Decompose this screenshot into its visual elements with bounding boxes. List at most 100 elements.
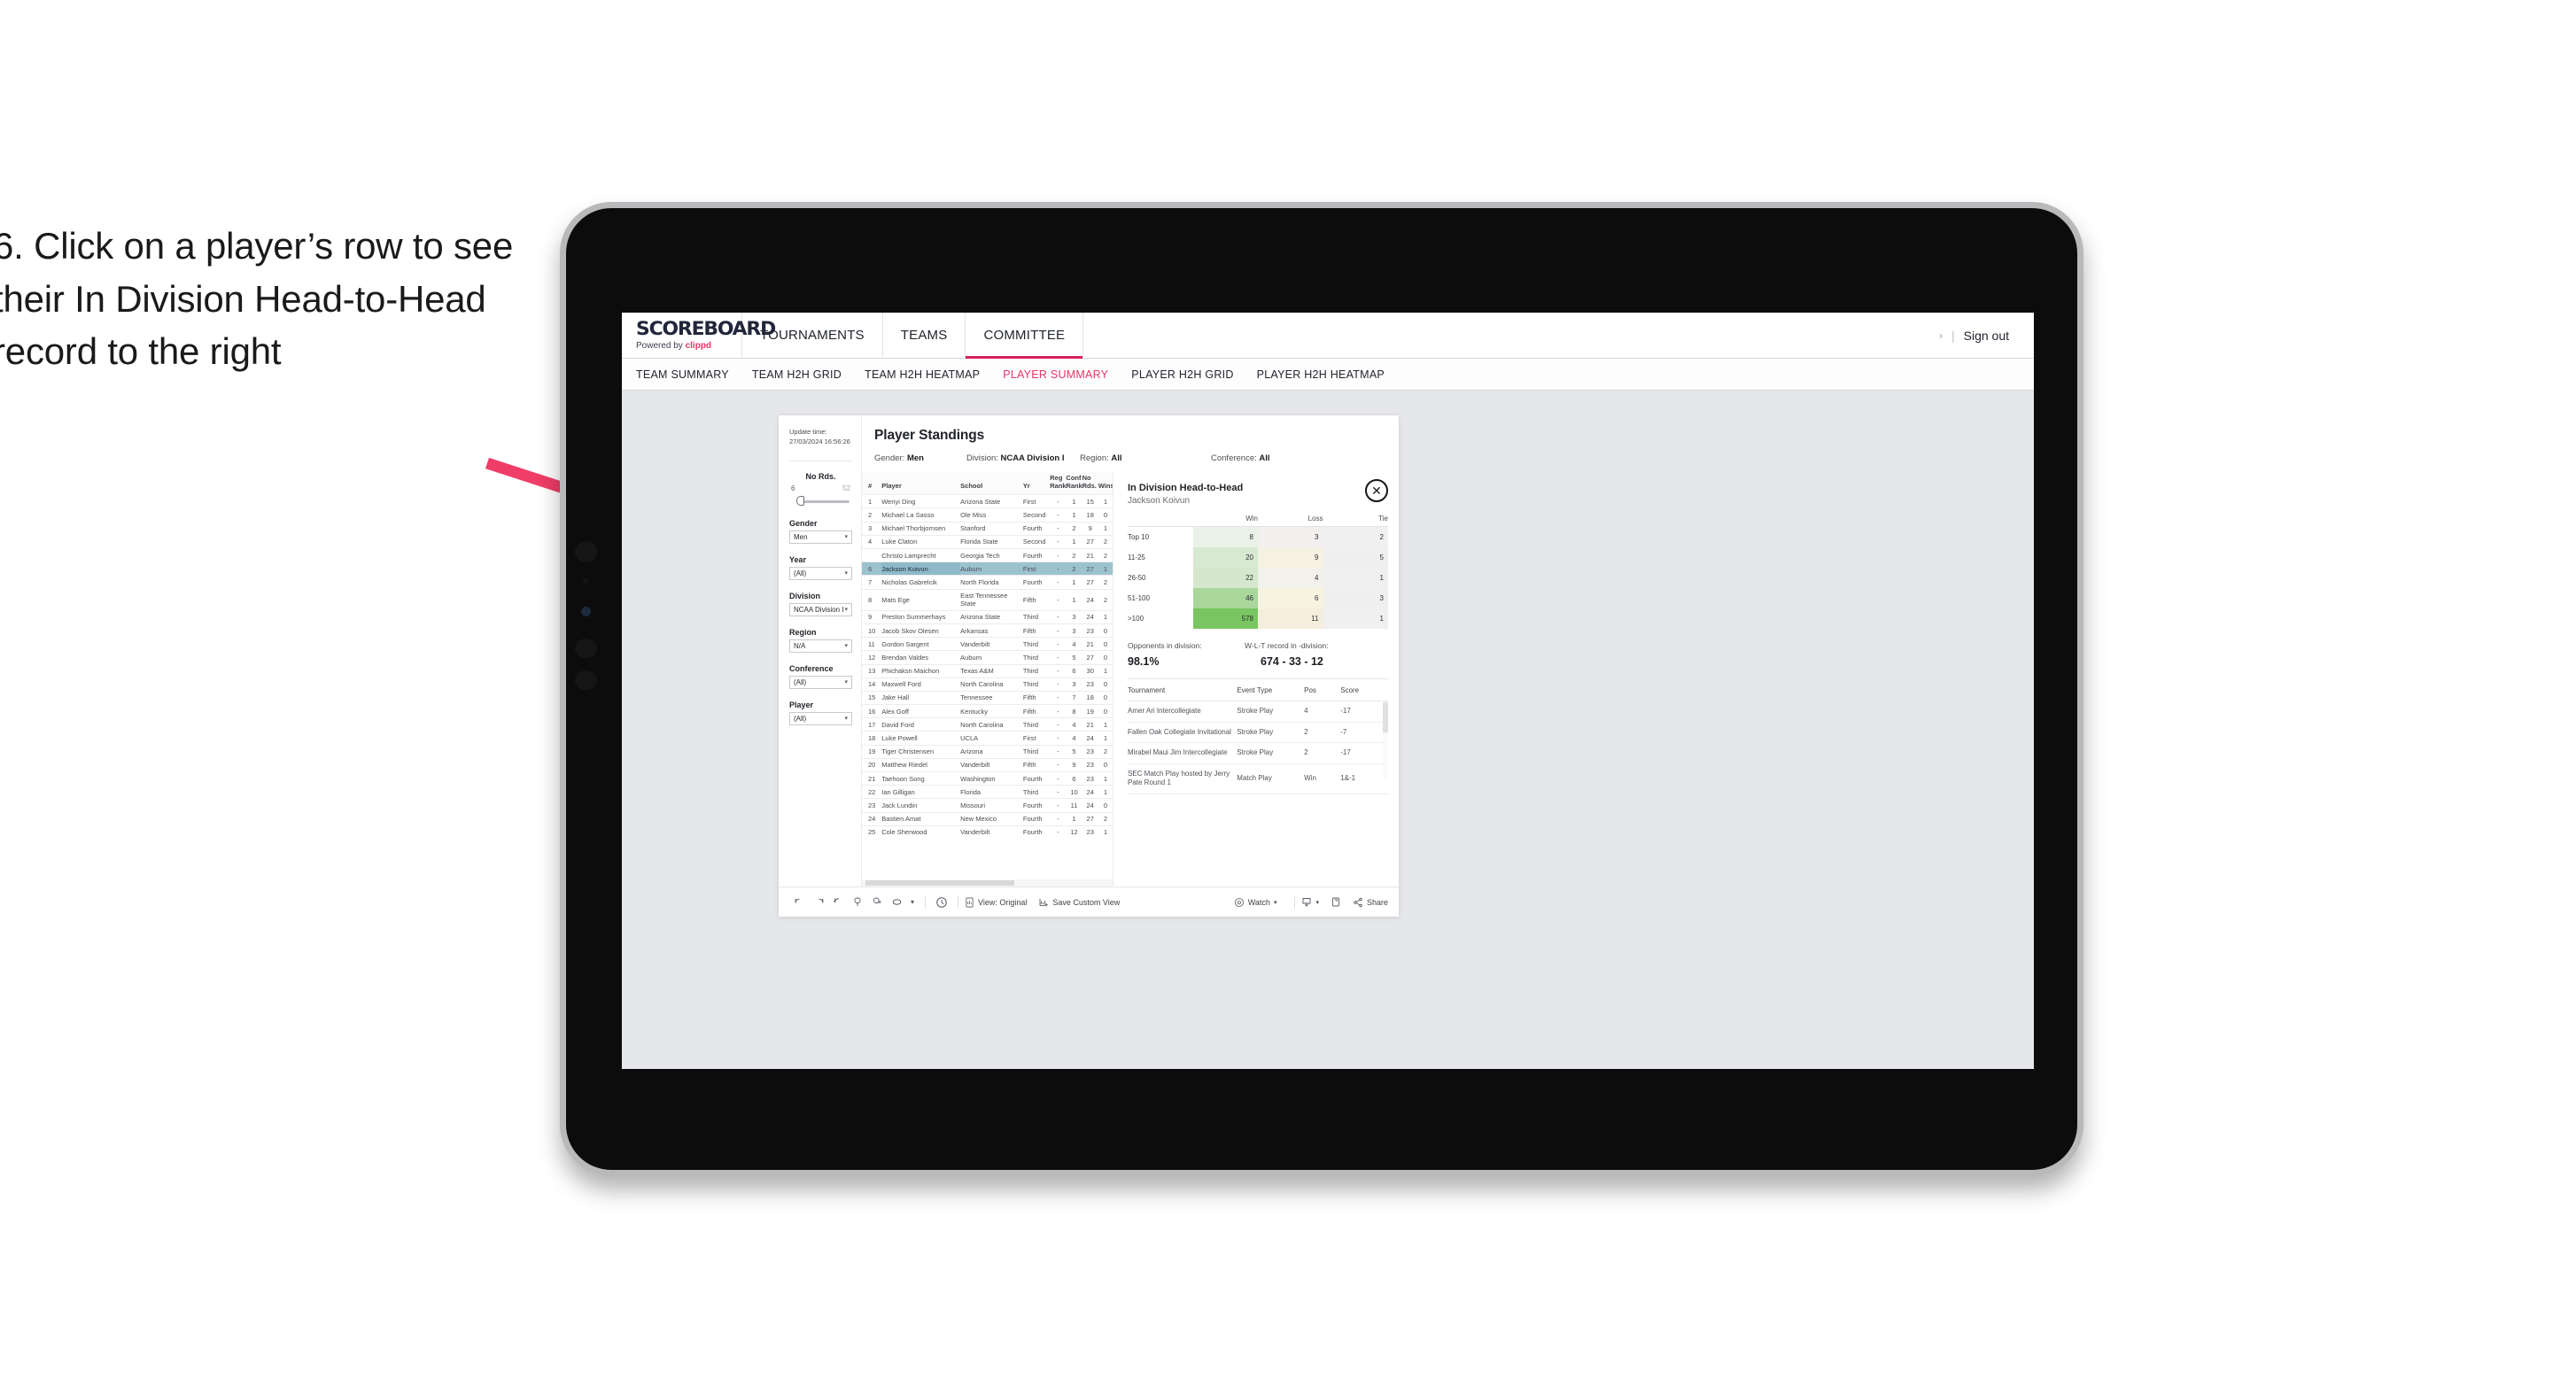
filter-year-select[interactable]: (All) ▾ — [789, 566, 852, 580]
revert-icon[interactable] — [828, 896, 848, 908]
cell-school: Kentucky — [960, 704, 1023, 718]
table-row[interactable]: 10 Jacob Skov Olesen Arkansas Fifth -3 23 0 — [862, 623, 1113, 638]
pause-auto-update-icon[interactable] — [867, 896, 887, 908]
filter-gender-select[interactable]: Men ▾ — [789, 530, 852, 544]
topnav-item-teams[interactable]: TEAMS — [883, 313, 966, 358]
table-row[interactable]: 18 Luke Powell UCLA First -4 24 1 — [862, 731, 1113, 746]
table-row[interactable]: 4 Luke Claton Florida State Second -1 27 2 — [862, 534, 1113, 549]
cell-school: Texas A&M — [960, 663, 1023, 678]
cell-yr: Fifth — [1022, 690, 1051, 705]
tournament-row[interactable]: Amer Ari Intercollegiate Stroke Play 4 -17 — [1128, 701, 1388, 723]
topnav-item-tournaments[interactable]: TOURNAMENTS — [742, 313, 883, 358]
table-row[interactable]: 15 Jake Hall Tennessee Fifth -7 18 0 — [862, 690, 1113, 705]
table-row[interactable]: 1 Wenyi Ding Arizona State First -1 15 1 — [862, 494, 1113, 508]
table-row[interactable]: 17 David Ford North Carolina Third -4 21 1 — [862, 717, 1113, 732]
table-row[interactable]: 25 Cole Sherwood Vanderbilt Fourth -12 23 1 — [862, 825, 1113, 839]
sign-out-button[interactable]: Sign out — [1964, 329, 2009, 343]
table-row[interactable]: 6 Jackson Koivun Auburn First -2 27 1 — [862, 561, 1113, 576]
chevron-down-icon[interactable]: ▾ — [906, 898, 919, 906]
table-row[interactable]: 3 Michael Thorbjornsen Stanford Fourth -2 9 1 — [862, 521, 1113, 536]
cell-yr: Fifth — [1022, 588, 1051, 611]
table-row[interactable]: 2 Michael La Sasso Ole Miss Second -1 18 0 — [862, 507, 1113, 523]
cell-yr: First — [1022, 561, 1051, 576]
cell-rank: 12 — [862, 650, 882, 664]
table-row[interactable]: 11 Gordon Sargent Vanderbilt Third -4 21 0 — [862, 637, 1113, 651]
table-row[interactable]: 7 Nicholas Gabrelcik North Florida Fourth -1… — [862, 575, 1113, 590]
filter-region-label: Region — [789, 627, 817, 637]
cell-wins: 1 — [1098, 494, 1113, 508]
pause-updates-icon[interactable] — [932, 896, 951, 909]
undo-icon[interactable] — [789, 896, 809, 908]
cell-rank: 24 — [862, 811, 882, 826]
h2h-cell-tie: 1 — [1323, 568, 1388, 588]
watch-button[interactable]: Watch ▾ — [1234, 897, 1276, 908]
topnav-item-committee[interactable]: COMMITTEE — [966, 313, 1084, 359]
table-row[interactable]: 13 Phichaksn Maichon Texas A&M Third -6 30 1 — [862, 663, 1113, 678]
scrollbar-thumb[interactable] — [865, 880, 1014, 886]
filter-player-select[interactable]: (All) ▾ — [789, 711, 852, 725]
cell-no-rds: 24 — [1082, 731, 1098, 746]
save-custom-view-button[interactable]: Save Custom View — [1038, 897, 1120, 908]
tab-player-h2h-heatmap[interactable]: PLAYER H2H HEATMAP — [1257, 368, 1385, 381]
tournament-row[interactable]: SEC Match Play hosted by Jerry Pate Roun… — [1128, 763, 1388, 794]
cell-rank: 21 — [862, 770, 882, 786]
chevron-right-icon[interactable]: › — [1939, 329, 1943, 342]
tab-team-h2h-heatmap[interactable]: TEAM H2H HEATMAP — [865, 368, 980, 381]
cell-school: Auburn — [960, 561, 1023, 576]
cell-rank: 22 — [862, 785, 882, 799]
cell-no-rds: 23 — [1082, 677, 1098, 692]
table-row[interactable]: 23 Jack Lundin Missouri Fourth -11 24 0 — [862, 798, 1113, 813]
table-row[interactable]: 22 Ian Gilligan Florida Third -10 24 1 — [862, 785, 1113, 799]
tournament-scrollbar-thumb[interactable] — [1383, 702, 1388, 732]
filter-division-select[interactable]: NCAA Division I ▾ — [789, 602, 852, 616]
cell-conf-rank: 1 — [1066, 811, 1082, 826]
cell-reg-rank: - — [1050, 650, 1067, 664]
table-row[interactable]: 19 Tiger Christensen Arizona Third -5 23 2 — [862, 744, 1113, 759]
view-original-button[interactable]: View: Original — [965, 897, 1027, 908]
tab-player-summary[interactable]: PLAYER SUMMARY — [1003, 368, 1108, 381]
filter-division-value: NCAA Division I — [794, 605, 844, 614]
h2h-row: Top 10 8 3 2 — [1128, 526, 1388, 547]
table-row[interactable]: 16 Alex Goff Kentucky Fifth -8 19 0 — [862, 704, 1113, 718]
player-standings-table: # Player School Yr Reg Rank Conf Rank No Rd… — [862, 472, 1113, 839]
cell-player: David Ford — [881, 717, 961, 732]
chevron-down-icon: ▾ — [844, 715, 848, 722]
table-row[interactable]: 9 Preston Summerhays Arizona State Third -3 2… — [862, 609, 1113, 624]
redo-icon[interactable] — [809, 896, 828, 908]
cell-conf-rank: 1 — [1066, 494, 1082, 508]
table-row[interactable]: 24 Bastien Amat New Mexico Fourth -1 27 2 — [862, 811, 1113, 826]
tab-team-h2h-grid[interactable]: TEAM H2H GRID — [752, 368, 842, 381]
slider-handle[interactable] — [796, 496, 804, 507]
app-logo[interactable]: SCOREBOARD Powered by clippd — [622, 313, 776, 358]
h2h-row: 51-100 46 6 3 — [1128, 588, 1388, 608]
cell-conf-rank: 1 — [1066, 534, 1082, 549]
tournament-row[interactable]: Fallen Oak Collegiate Invitational Stroke… — [1128, 722, 1388, 744]
table-row[interactable]: 14 Maxwell Ford North Carolina Third -3 23 0 — [862, 677, 1113, 692]
player-standings-scroll[interactable]: # Player School Yr Reg Rank Conf Rank No Rd… — [862, 472, 1113, 879]
h2h-cell-loss: 3 — [1258, 526, 1323, 547]
table-row[interactable]: 8 Mats Ege East Tennessee State Fifth -1 24 2 — [862, 588, 1113, 611]
share-button[interactable]: Share — [1353, 897, 1388, 908]
cell-yr: Fourth — [1022, 811, 1051, 826]
tournament-row[interactable]: Mirabel Maui Jim Intercollegiate Stroke P… — [1128, 742, 1388, 764]
filter-conference-select[interactable]: (All) ▾ — [789, 675, 852, 689]
cell-wins: 0 — [1098, 798, 1113, 813]
filter-region-select[interactable]: N/A ▾ — [789, 639, 852, 653]
cell-reg-rank: - — [1050, 717, 1067, 732]
table-row[interactable]: 5Christo LamprechtGeorgia TechFourth-221… — [862, 547, 1113, 562]
no-rounds-slider[interactable] — [789, 495, 852, 507]
highlight-icon[interactable] — [887, 897, 906, 907]
table-row[interactable]: 20 Matthew Riedel Vanderbilt Fifth -9 23 0 — [862, 757, 1113, 772]
horizontal-scrollbar[interactable] — [862, 879, 1113, 887]
pause-refresh-icon[interactable] — [848, 896, 867, 908]
table-row[interactable]: 21 Taehoon Song Washington Fourth -6 23 1 — [862, 770, 1113, 786]
close-icon[interactable]: ✕ — [1365, 479, 1388, 502]
table-row[interactable]: 12 Brendan Valdes Auburn Third -5 27 0 — [862, 650, 1113, 664]
tab-player-h2h-grid[interactable]: PLAYER H2H GRID — [1131, 368, 1233, 381]
cell-wins: 1 — [1098, 785, 1113, 799]
download-button[interactable]: ▾ — [1301, 896, 1319, 908]
table-header-row: # Player School Yr Reg Rank Conf Rank No Rd… — [862, 472, 1113, 495]
cell-player: Phichaksn Maichon — [881, 663, 961, 678]
tab-team-summary[interactable]: TEAM SUMMARY — [636, 368, 729, 381]
fullscreen-icon[interactable] — [1326, 896, 1346, 908]
